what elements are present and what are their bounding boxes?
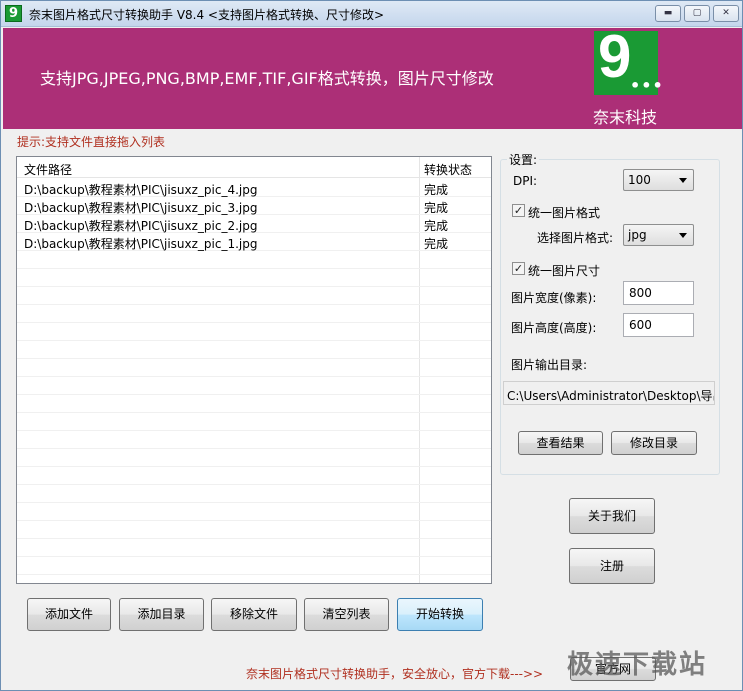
file-status: 完成 xyxy=(424,183,449,197)
empty-row xyxy=(17,413,491,431)
empty-row xyxy=(17,359,491,377)
footer-promo: 奈末图片格式尺寸转换助手，安全放心，官方下载--->> xyxy=(246,667,544,681)
width-input[interactable]: 800 xyxy=(623,281,694,305)
dpi-select[interactable]: 100 xyxy=(623,169,694,191)
file-path: D:\backup\教程素材\PIC\jisuxz_pic_4.jpg xyxy=(24,183,258,197)
start-convert-button[interactable]: 开始转换 xyxy=(397,598,483,631)
empty-row xyxy=(17,521,491,539)
format-value: jpg xyxy=(628,228,647,242)
table-row[interactable]: D:\backup\教程素材\PIC\jisuxz_pic_3.jpg 完成 xyxy=(17,197,491,215)
add-directory-button[interactable]: 添加目录 xyxy=(119,598,204,631)
header-banner: 支持JPG,JPEG,PNG,BMP,EMF,TIF,GIF格式转换，图片尺寸修… xyxy=(3,25,742,129)
window-title: 奈末图片格式尺寸转换助手 V8.4 <支持图片格式转换、尺寸修改> xyxy=(29,8,385,22)
banner-slogan: 支持JPG,JPEG,PNG,BMP,EMF,TIF,GIF格式转换，图片尺寸修… xyxy=(40,69,494,88)
empty-row xyxy=(17,575,491,583)
file-status: 完成 xyxy=(424,219,449,233)
dpi-label: DPI: xyxy=(513,174,538,188)
format-select[interactable]: jpg xyxy=(623,224,694,246)
logo-dots: ••• xyxy=(630,76,664,95)
remove-file-button[interactable]: 移除文件 xyxy=(211,598,297,631)
empty-row xyxy=(17,539,491,557)
unify-size-label[interactable]: 统一图片尺寸 xyxy=(528,262,600,279)
file-status: 完成 xyxy=(424,237,449,251)
empty-row xyxy=(17,395,491,413)
empty-row xyxy=(17,449,491,467)
clear-list-button[interactable]: 清空列表 xyxy=(304,598,389,631)
output-dir-label: 图片输出目录: xyxy=(511,358,588,372)
about-us-button[interactable]: 关于我们 xyxy=(569,498,655,534)
chevron-down-icon xyxy=(679,233,687,238)
unify-size-checkbox[interactable]: ✓ xyxy=(512,262,525,275)
table-row[interactable]: D:\backup\教程素材\PIC\jisuxz_pic_4.jpg 完成 xyxy=(17,179,491,197)
empty-row xyxy=(17,305,491,323)
empty-row xyxy=(17,269,491,287)
empty-row xyxy=(17,431,491,449)
choose-format-label: 选择图片格式: xyxy=(537,231,614,245)
empty-row xyxy=(17,485,491,503)
unify-format-checkbox[interactable]: ✓ xyxy=(512,204,525,217)
empty-row xyxy=(17,323,491,341)
height-label: 图片高度(高度): xyxy=(511,321,597,335)
file-path: D:\backup\教程素材\PIC\jisuxz_pic_3.jpg xyxy=(24,201,258,215)
add-file-button[interactable]: 添加文件 xyxy=(27,598,111,631)
file-path: D:\backup\教程素材\PIC\jisuxz_pic_2.jpg xyxy=(24,219,258,233)
logo-nine: 9 xyxy=(598,23,632,90)
table-row[interactable]: D:\backup\教程素材\PIC\jisuxz_pic_1.jpg 完成 xyxy=(17,233,491,251)
chevron-down-icon xyxy=(679,178,687,183)
output-dir-field: C:\Users\Administrator\Desktop\导出 xyxy=(503,381,715,405)
register-button[interactable]: 注册 xyxy=(569,548,655,584)
change-directory-button[interactable]: 修改目录 xyxy=(611,431,697,455)
maximize-button[interactable]: ▢ xyxy=(684,5,710,22)
empty-row xyxy=(17,287,491,305)
brand-name: 奈末科技 xyxy=(593,108,658,127)
minimize-button[interactable]: ▬ xyxy=(655,5,681,22)
view-result-button[interactable]: 查看结果 xyxy=(518,431,603,455)
close-button[interactable]: ✕ xyxy=(713,5,739,22)
column-header-status[interactable]: 转换状态 xyxy=(424,161,472,178)
app-icon: 9 xyxy=(5,5,22,22)
empty-row xyxy=(17,467,491,485)
file-status: 完成 xyxy=(424,201,449,215)
dpi-value: 100 xyxy=(628,173,651,187)
empty-row xyxy=(17,503,491,521)
column-header-path[interactable]: 文件路径 xyxy=(24,161,72,178)
brand-logo: 9 ••• xyxy=(594,25,663,95)
drag-hint: 提示:支持文件直接拖入列表 xyxy=(17,135,166,149)
settings-title: 设置: xyxy=(507,151,540,168)
empty-row xyxy=(17,557,491,575)
empty-row xyxy=(17,377,491,395)
width-label: 图片宽度(像素): xyxy=(511,291,597,305)
app-window: 9 奈末图片格式尺寸转换助手 V8.4 <支持图片格式转换、尺寸修改> ▬ ▢ … xyxy=(0,0,743,691)
empty-row xyxy=(17,251,491,269)
file-list[interactable]: 文件路径 转换状态 D:\backup\教程素材\PIC\jisuxz_pic_… xyxy=(16,156,492,584)
file-path: D:\backup\教程素材\PIC\jisuxz_pic_1.jpg xyxy=(24,237,258,251)
height-input[interactable]: 600 xyxy=(623,313,694,337)
site-watermark: 极速下载站 xyxy=(567,650,708,680)
empty-row xyxy=(17,341,491,359)
table-row[interactable]: D:\backup\教程素材\PIC\jisuxz_pic_2.jpg 完成 xyxy=(17,215,491,233)
unify-format-label[interactable]: 统一图片格式 xyxy=(528,204,600,221)
